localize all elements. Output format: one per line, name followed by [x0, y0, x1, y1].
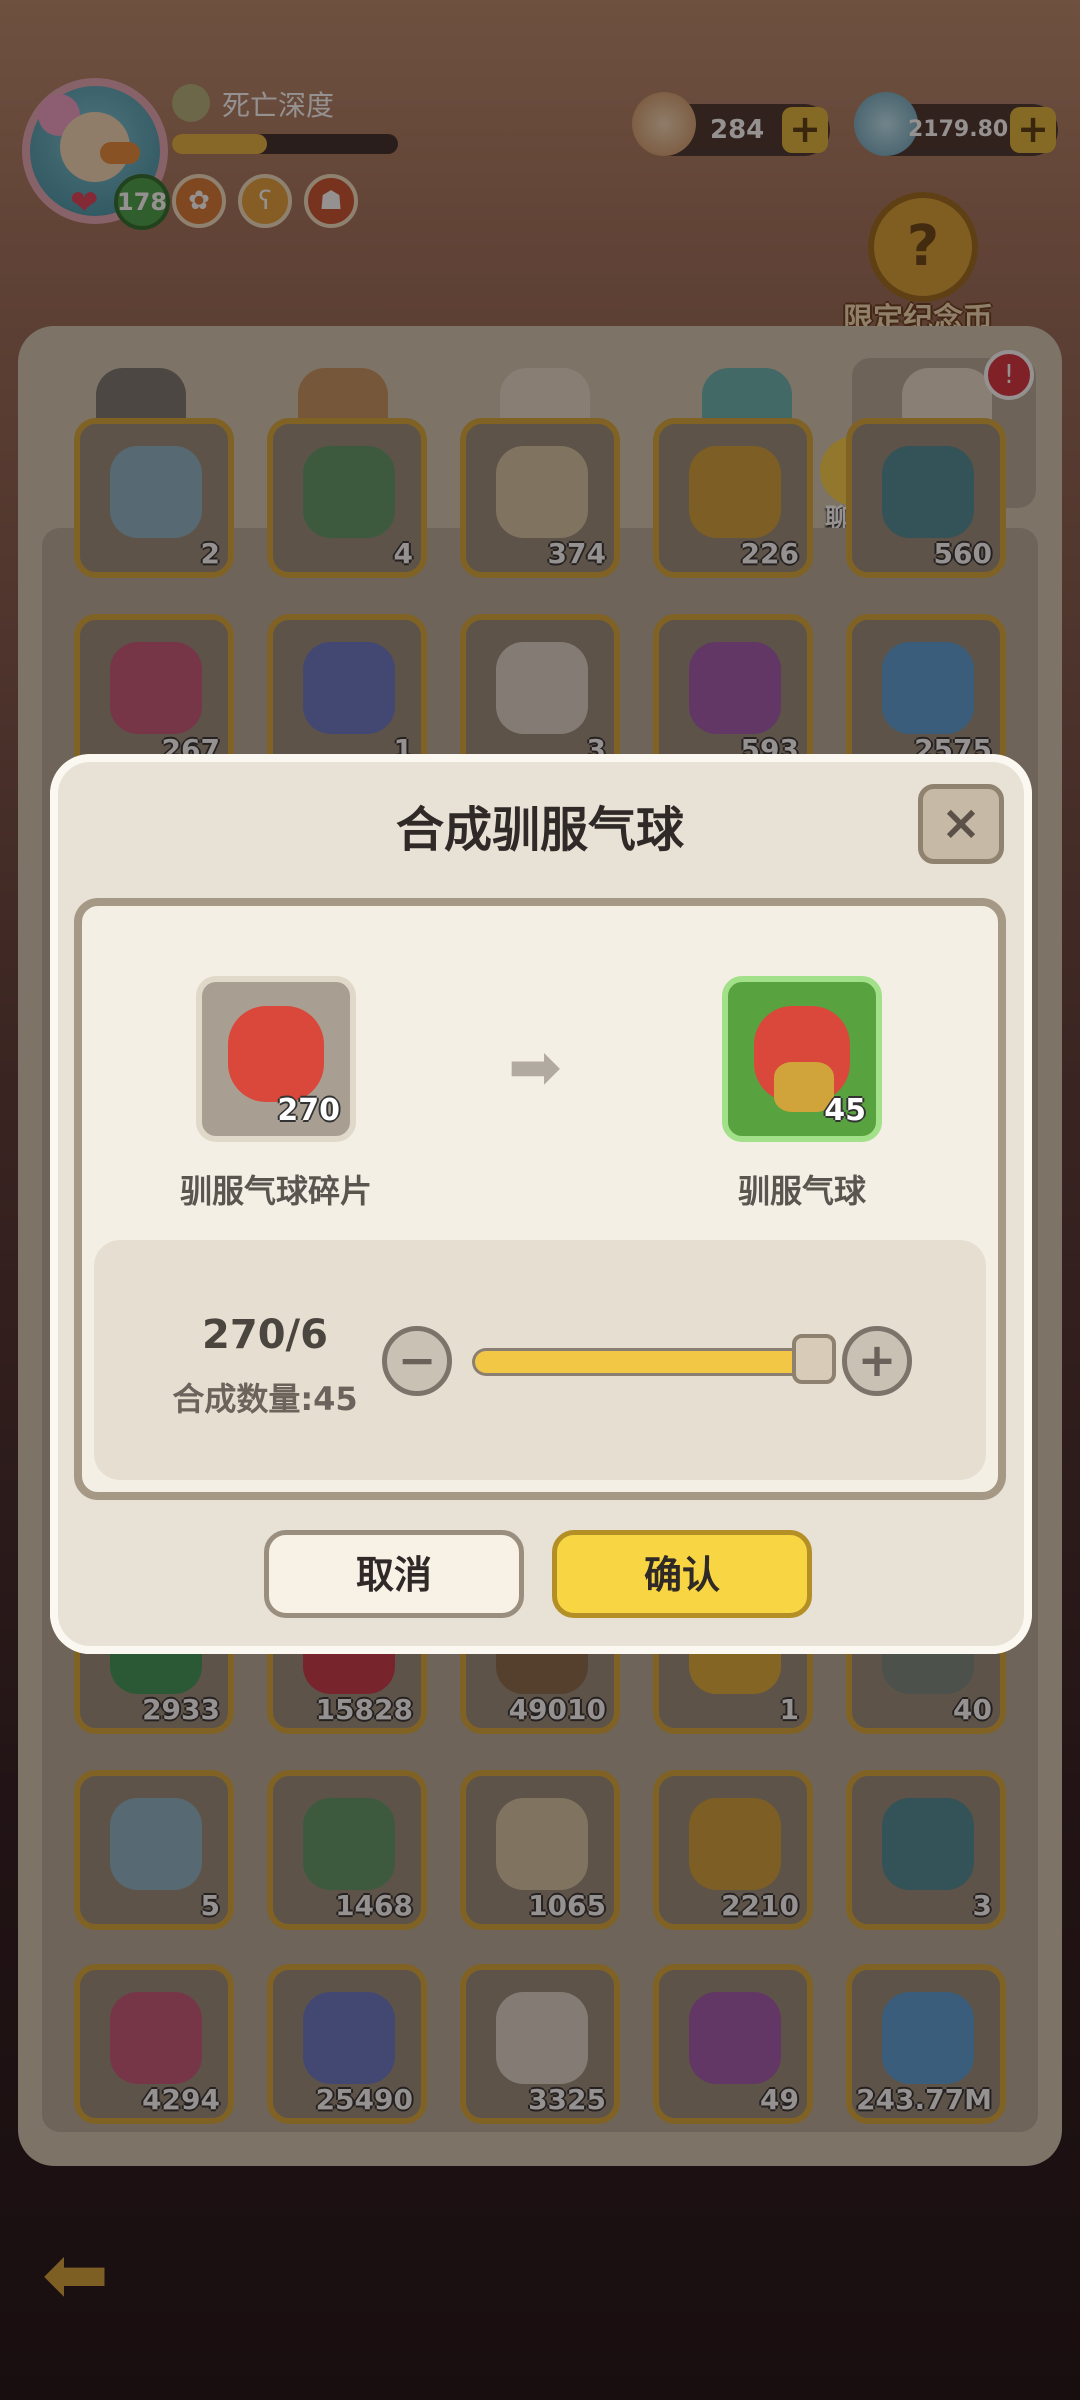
- confirm-button[interactable]: 确认: [552, 1530, 812, 1618]
- decrease-button[interactable]: −: [382, 1326, 452, 1396]
- synthesis-quantity: 合成数量:45: [172, 1380, 358, 1418]
- close-button[interactable]: ×: [918, 784, 1004, 864]
- quantity-slider[interactable]: [472, 1334, 836, 1384]
- balloon-fragment-icon: [228, 1006, 324, 1102]
- quantity-slider-fill: [475, 1351, 825, 1373]
- cancel-button[interactable]: 取消: [264, 1530, 524, 1618]
- source-item-count: 270: [277, 1093, 340, 1128]
- increase-button[interactable]: +: [842, 1326, 912, 1396]
- source-item-name: 驯服气球碎片: [179, 1172, 372, 1210]
- arrow-right-icon: ➡: [508, 1031, 562, 1105]
- material-ratio: 270/6: [202, 1312, 328, 1358]
- target-item-count: 45: [824, 1093, 866, 1128]
- source-item-card[interactable]: 270: [196, 976, 356, 1142]
- target-item-name: 驯服气球: [737, 1172, 866, 1210]
- quantity-slider-handle[interactable]: [792, 1334, 836, 1384]
- target-item-card[interactable]: 45: [722, 976, 882, 1142]
- dialog-title: 合成驯服气球: [395, 802, 684, 858]
